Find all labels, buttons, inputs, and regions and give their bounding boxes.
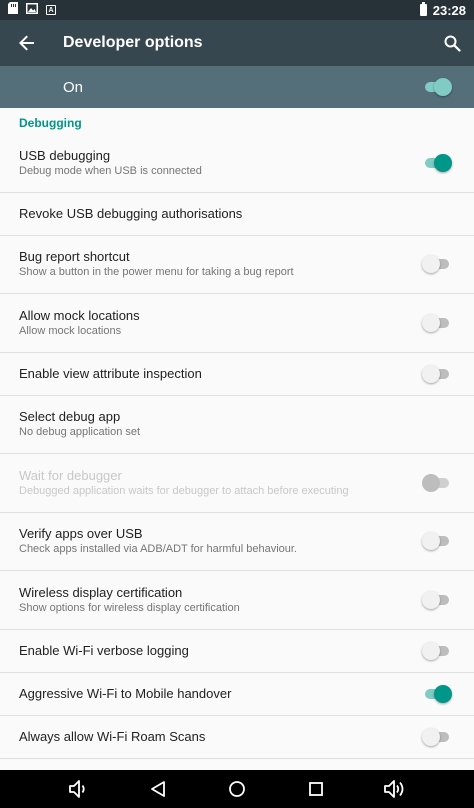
preference-summary: No debug application set <box>19 426 141 439</box>
preference-item[interactable]: Always allow Wi-Fi Roam Scans <box>0 716 474 759</box>
preference-summary: Show a button in the power menu for taki… <box>19 266 294 279</box>
preference-switch[interactable] <box>422 590 452 610</box>
preference-text: USB debugging Debug mode when USB is conn… <box>19 147 422 179</box>
volume-up-button[interactable] <box>379 773 411 805</box>
switch-thumb <box>434 78 452 96</box>
preference-switch[interactable] <box>422 531 452 551</box>
preference-text: Wait for debugger Debugged application wa… <box>19 467 422 499</box>
text-notification-icon: A <box>46 5 56 15</box>
navigation-bar <box>0 770 474 808</box>
switch-thumb <box>422 255 440 274</box>
preference-switch[interactable] <box>422 727 452 747</box>
back-nav-button[interactable] <box>142 773 174 805</box>
preference-title: Wireless display certification <box>19 584 183 600</box>
switch-thumb <box>434 684 452 703</box>
app-bar: Developer options <box>0 20 474 66</box>
preference-switch[interactable] <box>422 364 452 384</box>
master-switch-bar[interactable]: On <box>0 66 474 108</box>
preference-summary: Check apps installed via ADB/ADT for har… <box>19 543 297 556</box>
preference-text: Revoke USB debugging authorisations <box>19 205 452 222</box>
preference-title: Select debug app <box>19 409 121 425</box>
switch-thumb <box>422 313 440 332</box>
switch-thumb <box>422 727 440 746</box>
preference-switch <box>422 473 452 493</box>
back-triangle-icon <box>151 781 166 797</box>
switch-thumb <box>422 532 440 551</box>
preference-title: Revoke USB debugging authorisations <box>19 206 243 221</box>
preference-switch[interactable] <box>422 641 452 661</box>
preference-text: Select debug app No debug application set <box>19 408 452 440</box>
preference-title: Enable Wi-Fi verbose logging <box>19 643 189 658</box>
master-switch[interactable] <box>422 77 452 97</box>
preference-item[interactable]: Aggressive Wi-Fi to Mobile handover <box>0 673 474 716</box>
recents-square-icon <box>308 782 323 796</box>
preference-switch[interactable] <box>422 684 452 704</box>
preference-item[interactable]: Select debug app No debug application set <box>0 396 474 454</box>
preference-item[interactable]: Enable view attribute inspection <box>0 353 474 396</box>
switch-thumb <box>434 153 452 172</box>
preference-items: USB debugging Debug mode when USB is conn… <box>0 134 474 759</box>
preference-item[interactable]: Bug report shortcut Show a button in the … <box>0 236 474 294</box>
preference-item[interactable]: Verify apps over USB Check apps installed… <box>0 513 474 571</box>
status-bar: A 23:28 <box>0 0 474 20</box>
preference-title: Aggressive Wi-Fi to Mobile handover <box>19 686 232 701</box>
preference-item[interactable]: Wireless display certification Show optio… <box>0 571 474 630</box>
page-title: Developer options <box>63 34 203 51</box>
preference-item[interactable]: Allow mock locations Allow mock locations <box>0 294 474 353</box>
settings-list[interactable]: Debugging USB debugging Debug mode when U… <box>0 108 474 770</box>
preference-item[interactable]: Revoke USB debugging authorisations <box>0 193 474 236</box>
preference-title: Allow mock locations <box>19 307 140 323</box>
preference-title: Bug report shortcut <box>19 249 130 265</box>
preference-text: Verify apps over USB Check apps installed… <box>19 525 422 557</box>
preference-text: Wireless display certification Show optio… <box>19 584 422 616</box>
switch-thumb <box>422 473 440 492</box>
search-icon <box>444 35 461 52</box>
volume-up-icon <box>383 780 403 798</box>
preference-text: Enable view attribute inspection <box>19 365 422 382</box>
search-button[interactable] <box>430 20 474 66</box>
preference-title: Always allow Wi-Fi Roam Scans <box>19 729 206 744</box>
master-switch-label: On <box>63 78 84 96</box>
preference-text: Aggressive Wi-Fi to Mobile handover <box>19 685 422 702</box>
home-circle-icon <box>229 781 245 797</box>
preference-title: Verify apps over USB <box>19 526 143 542</box>
preference-text: Allow mock locations Allow mock locations <box>19 307 422 339</box>
home-nav-button[interactable] <box>221 773 253 805</box>
switch-thumb <box>422 590 440 609</box>
category-header: Debugging <box>19 116 82 130</box>
preference-summary: Show options for wireless display certif… <box>19 601 240 614</box>
preference-switch[interactable] <box>422 254 452 274</box>
image-icon <box>26 1 38 19</box>
preference-switch[interactable] <box>422 153 452 173</box>
recents-nav-button[interactable] <box>300 773 332 805</box>
preference-title: Enable view attribute inspection <box>19 366 202 381</box>
battery-icon <box>419 2 427 16</box>
preference-summary: Debugged application waits for debugger … <box>19 484 349 497</box>
preference-title: Wait for debugger <box>19 467 122 483</box>
preference-summary: Debug mode when USB is connected <box>19 164 202 177</box>
preference-text: Enable Wi-Fi verbose logging <box>19 642 422 659</box>
preference-item[interactable]: USB debugging Debug mode when USB is conn… <box>0 134 474 193</box>
notification-icons: A <box>8 1 56 19</box>
preference-title: USB debugging <box>19 147 111 163</box>
volume-down-button[interactable] <box>63 773 95 805</box>
switch-thumb <box>422 641 440 660</box>
sd-card-icon <box>8 1 18 19</box>
preference-switch[interactable] <box>422 313 452 333</box>
volume-down-icon <box>69 780 86 798</box>
preference-summary: Allow mock locations <box>19 324 122 337</box>
preference-item[interactable]: Enable Wi-Fi verbose logging <box>0 630 474 673</box>
preference-item: Wait for debugger Debugged application wa… <box>0 454 474 513</box>
switch-thumb <box>422 364 440 383</box>
back-button[interactable] <box>0 20 54 66</box>
preference-text: Bug report shortcut Show a button in the … <box>19 248 422 280</box>
arrow-left-icon <box>19 35 34 51</box>
preference-text: Always allow Wi-Fi Roam Scans <box>19 728 422 745</box>
status-clock: 23:28 <box>432 2 466 18</box>
